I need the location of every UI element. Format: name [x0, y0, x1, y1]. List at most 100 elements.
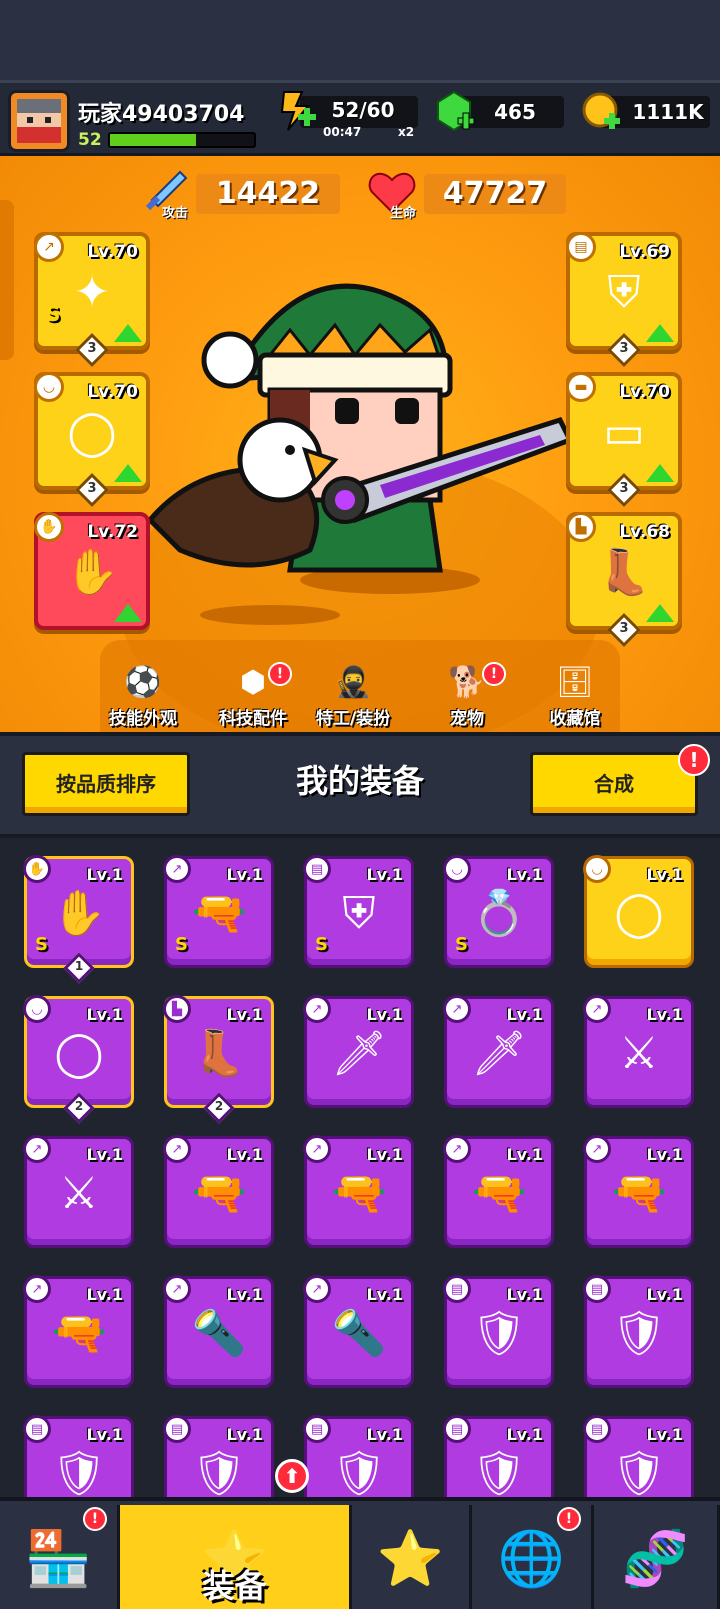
gems-value: 465	[494, 100, 536, 124]
leaf-armor-icon: 🛡	[611, 1308, 667, 1360]
inventory-item-armor[interactable]: ▤ Lv.1 ⛨ S	[303, 855, 414, 968]
tab-alert-badge: !	[557, 1507, 581, 1531]
armor-type-icon: ▤	[443, 1415, 471, 1443]
slot-level: Lv.70	[619, 382, 670, 402]
upgrade-arrow-icon	[646, 604, 674, 622]
tab-planet[interactable]: 🌐!	[472, 1505, 594, 1609]
weapon-type-icon: ↗	[303, 1275, 331, 1303]
item-level: Lv.1	[86, 1145, 123, 1164]
item-level: Lv.1	[646, 1425, 683, 1444]
item-level: Lv.1	[366, 1005, 403, 1024]
inventory-item-boots[interactable]: ▙ Lv.1 👢 2	[163, 995, 274, 1124]
revolver-icon: 🔫	[331, 1168, 387, 1220]
hero-nav-label: 收藏馆	[549, 709, 601, 729]
inventory-item-weapon[interactable]: ↗ Lv.1 🔫 S	[163, 855, 274, 968]
inventory-item-weapon[interactable]: ↗ Lv.1 🗡	[443, 995, 554, 1108]
weapon-type-icon: ↗	[443, 1135, 471, 1163]
equip-slot-glove[interactable]: ✋ Lv.72 ✋	[34, 512, 150, 630]
tab-alert-badge: ⬆	[275, 1459, 309, 1493]
glove-type-icon: ✋	[34, 512, 64, 542]
boots-icon: 👢	[596, 547, 652, 599]
inventory-item-armor[interactable]: ▤ Lv.1 🛡	[583, 1275, 694, 1388]
bottom-nav: 🏪! ⭐ 装备 ⬆ ⭐ 🌐! 🧬	[0, 1459, 720, 1609]
chest-armor-icon: 🛡	[471, 1448, 527, 1498]
attack-label: 攻击	[162, 206, 189, 221]
hero-nav-skill-skin[interactable]: ⚽ 技能外观	[88, 660, 198, 730]
hero-nav-agent[interactable]: 🥷 特工/装扮	[298, 660, 408, 730]
inventory-item-armor[interactable]: ▤ Lv.1 🛡	[23, 1415, 134, 1498]
inventory-item-glove[interactable]: ✋ Lv.1 ✋ S 1	[23, 855, 134, 984]
weapon-type-icon: ↗	[163, 855, 191, 883]
hero-nav-collection[interactable]: 🗄 收藏馆	[520, 660, 630, 730]
glove-type-icon: ✋	[23, 855, 51, 883]
tab-star-swords[interactable]: ⭐	[352, 1505, 472, 1609]
item-level: Lv.1	[86, 865, 123, 884]
tab-dna[interactable]: 🧬	[594, 1505, 720, 1609]
inventory-item-necklace[interactable]: ◡ Lv.1 ◯	[583, 855, 694, 968]
tab-alert-badge: !	[83, 1507, 107, 1531]
boots-type-icon: ▙	[566, 512, 596, 542]
inventory-item-armor[interactable]: ▤ Lv.1 🛡	[163, 1415, 274, 1498]
coin-icon	[582, 92, 620, 129]
side-tab[interactable]	[0, 200, 14, 360]
item-level: Lv.1	[506, 865, 543, 884]
hero-nav-label: 技能外观	[109, 709, 177, 729]
equip-slot-weapon[interactable]: ↗ Lv.70 ✦ S 3	[34, 232, 150, 367]
inventory-item-weapon[interactable]: ↗ Lv.1 ⚔	[583, 995, 694, 1108]
inventory-item-armor[interactable]: ▤ Lv.1 🛡	[443, 1415, 554, 1498]
ninja-avatar-icon	[17, 99, 61, 143]
ring-icon: 💍	[471, 888, 527, 940]
equip-slot-belt[interactable]: ▬ Lv.70 ▭ 3	[566, 372, 682, 507]
planet-icon: 🌐	[497, 1527, 566, 1590]
inventory-item-weapon[interactable]: ↗ Lv.1 🔫	[303, 1135, 414, 1248]
armor-icon: ⛨	[607, 267, 641, 319]
hero-nav-label: 科技配件	[219, 709, 287, 729]
star-count: 2	[214, 1099, 224, 1113]
inventory-item-weapon[interactable]: ↗ Lv.1 🗡	[303, 995, 414, 1108]
belt-type-icon: ▬	[566, 372, 596, 402]
necklace-type-icon: ◡	[443, 855, 471, 883]
inventory-item-weapon[interactable]: ↗ Lv.1 🔫	[163, 1135, 274, 1248]
item-level: Lv.1	[366, 1145, 403, 1164]
tab-shop[interactable]: 🏪!	[0, 1505, 120, 1609]
equip-slot-armor[interactable]: ▤ Lv.69 ⛨ 3	[566, 232, 682, 367]
item-level: Lv.1	[226, 865, 263, 884]
inventory-item-weapon[interactable]: ↗ Lv.1 🔫	[583, 1135, 694, 1248]
skill-skin-icon: ⚽	[124, 664, 162, 700]
item-level: Lv.1	[86, 1285, 123, 1304]
hero-nav-tech-part[interactable]: ⬢ 科技配件!	[198, 660, 308, 729]
leaf-armor-icon: 🛡	[471, 1308, 527, 1360]
inventory-item-weapon[interactable]: ↗ Lv.1 🔦	[163, 1275, 274, 1388]
hero-character[interactable]	[140, 260, 580, 630]
necklace-type-icon: ◡	[23, 995, 51, 1023]
collection-icon: 🗄	[555, 664, 595, 700]
sword-icon: ⚔	[619, 1028, 659, 1080]
inventory-item-weapon[interactable]: ↗ Lv.1 🔦	[303, 1275, 414, 1388]
weapon-type-icon: ↗	[23, 1135, 51, 1163]
equip-slot-boots[interactable]: ▙ Lv.68 👢 3	[566, 512, 682, 647]
inventory-item-necklace[interactable]: ◡ Lv.1 ◯ 2	[23, 995, 134, 1124]
mech-armor-icon: ⛨	[342, 888, 376, 940]
collar-icon: ◯	[67, 407, 117, 459]
hero-nav-pet[interactable]: 🐕 宠物!	[412, 660, 522, 729]
slot-level: Lv.68	[619, 522, 670, 542]
player-avatar[interactable]	[8, 90, 70, 152]
inventory-item-weapon[interactable]: ↗ Lv.1 🔫	[443, 1135, 554, 1248]
inventory-item-necklace[interactable]: ◡ Lv.1 💍 S	[443, 855, 554, 968]
equip-slot-necklace[interactable]: ◡ Lv.70 ◯ 3	[34, 372, 150, 507]
inventory-item-armor[interactable]: ▤ Lv.1 🛡	[443, 1275, 554, 1388]
inventory-item-weapon[interactable]: ↗ Lv.1 🔫	[23, 1275, 134, 1388]
slot-level: Lv.70	[87, 382, 138, 402]
tab-equipment[interactable]: ⭐ 装备 ⬆	[120, 1459, 352, 1609]
inventory-item-armor[interactable]: ▤ Lv.1 🛡	[303, 1415, 414, 1498]
item-level: Lv.1	[226, 1145, 263, 1164]
inventory-item-weapon[interactable]: ↗ Lv.1 ⚔	[23, 1135, 134, 1248]
weapon-type-icon: ↗	[163, 1275, 191, 1303]
star-count: 2	[74, 1099, 84, 1113]
weapon-type-icon: ↗	[303, 995, 331, 1023]
merge-button[interactable]: 合成	[530, 752, 698, 816]
rank-badge: S	[315, 934, 328, 955]
chest-armor-icon: 🛡	[191, 1448, 247, 1498]
sort-by-quality-button[interactable]: 按品质排序	[22, 752, 190, 816]
inventory-item-armor[interactable]: ▤ Lv.1 🛡	[583, 1415, 694, 1498]
